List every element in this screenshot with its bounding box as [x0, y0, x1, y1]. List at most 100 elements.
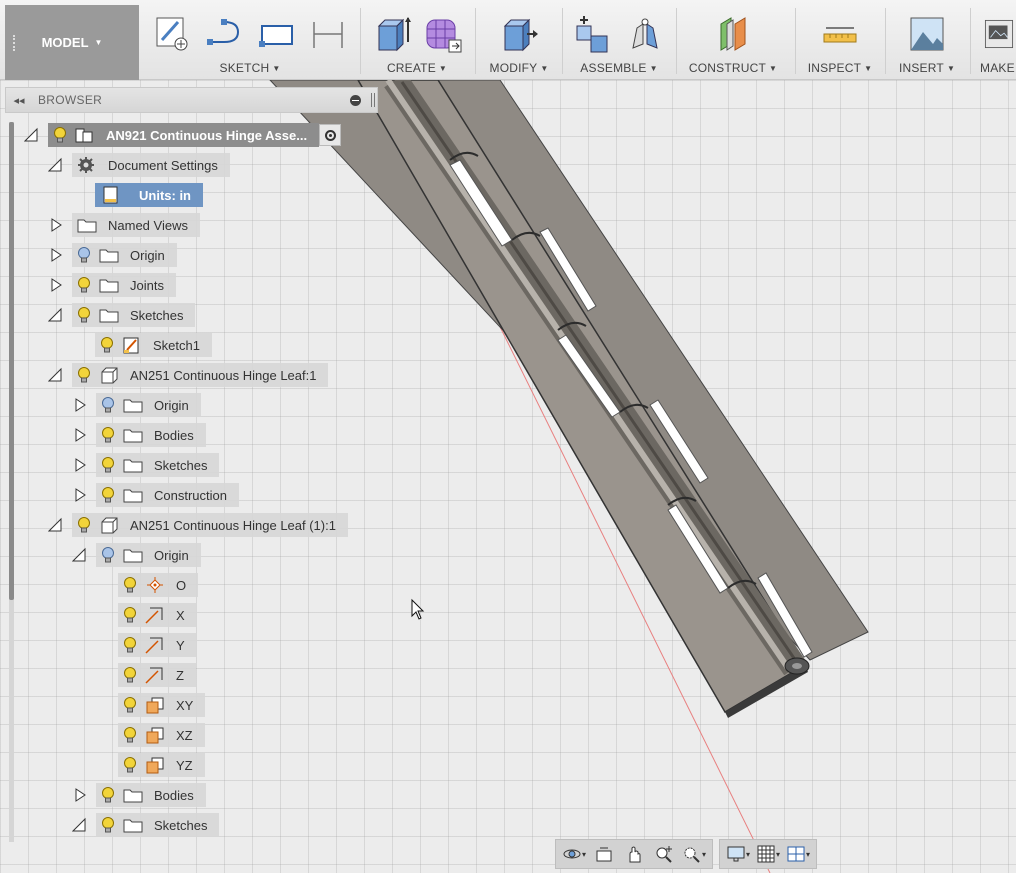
visibility-bulb-icon[interactable] — [52, 126, 68, 144]
visibility-bulb-icon[interactable] — [122, 726, 138, 744]
tree-row-sketches[interactable]: Sketches — [70, 813, 220, 837]
tree-row-sketches[interactable]: Sketches — [46, 303, 196, 327]
tree-row-component-leaf1[interactable]: AN251 Continuous Hinge Leaf:1 — [46, 363, 329, 387]
modify-menu-label[interactable]: MODIFY — [490, 61, 538, 75]
tree-row-origin[interactable]: Origin — [70, 543, 201, 567]
orbit-icon[interactable]: ▾ — [561, 843, 587, 865]
extrude-icon[interactable] — [371, 14, 411, 54]
insert-image-icon[interactable] — [907, 14, 947, 54]
collapse-panel-icon[interactable]: ◂◂ — [6, 94, 32, 107]
visibility-bulb-icon[interactable] — [100, 456, 116, 474]
expanded-triangle-icon[interactable] — [72, 817, 88, 833]
expanded-triangle-icon[interactable] — [48, 517, 64, 533]
collapsed-triangle-icon[interactable] — [72, 397, 88, 413]
make-3d-print-icon[interactable] — [982, 14, 1016, 54]
sketch-rectangle-icon[interactable] — [256, 14, 296, 54]
caret-down-icon[interactable]: ▼ — [439, 64, 447, 73]
collapsed-triangle-icon[interactable] — [72, 457, 88, 473]
tree-row-bodies[interactable]: Bodies — [70, 783, 206, 807]
collapsed-triangle-icon[interactable] — [72, 427, 88, 443]
pan-icon[interactable] — [621, 843, 647, 865]
insert-menu-label[interactable]: INSERT — [899, 61, 944, 75]
assemble-menu-label[interactable]: ASSEMBLE — [580, 61, 646, 75]
tree-row-joints[interactable]: Joints — [46, 273, 176, 297]
visibility-bulb-icon[interactable] — [122, 576, 138, 594]
measure-icon[interactable] — [820, 14, 860, 54]
visibility-bulb-icon[interactable] — [122, 696, 138, 714]
visibility-bulb-icon[interactable] — [100, 816, 116, 834]
collapsed-triangle-icon[interactable] — [48, 277, 64, 293]
joint-icon[interactable] — [625, 14, 665, 54]
caret-down-icon[interactable]: ▼ — [769, 64, 777, 73]
tree-row-origin[interactable]: Origin — [70, 393, 201, 417]
visibility-bulb-off-icon[interactable] — [100, 546, 116, 564]
visibility-bulb-icon[interactable] — [76, 366, 92, 384]
tree-row-sketches[interactable]: Sketches — [70, 453, 220, 477]
tree-row-component-leaf2[interactable]: AN251 Continuous Hinge Leaf (1):1 — [46, 513, 348, 537]
tree-row-root[interactable]: AN921 Continuous Hinge Asse... — [22, 123, 342, 147]
minimize-icon[interactable] — [350, 94, 361, 106]
viewports-icon[interactable]: ▾ — [785, 843, 811, 865]
visibility-bulb-icon[interactable] — [122, 756, 138, 774]
collapsed-triangle-icon[interactable] — [48, 247, 64, 263]
collapsed-triangle-icon[interactable] — [72, 787, 88, 803]
press-pull-icon[interactable] — [499, 14, 539, 54]
tree-row-origin-point[interactable]: O — [118, 573, 199, 597]
grid-settings-icon[interactable]: ▾ — [755, 843, 781, 865]
visibility-bulb-icon[interactable] — [122, 666, 138, 684]
tree-row-x-axis[interactable]: X — [118, 603, 197, 627]
caret-down-icon[interactable]: ▼ — [272, 64, 280, 73]
look-at-icon[interactable] — [591, 843, 617, 865]
visibility-bulb-icon[interactable] — [100, 426, 116, 444]
expanded-triangle-icon[interactable] — [48, 157, 64, 173]
tree-row-origin[interactable]: Origin — [46, 243, 177, 267]
tree-row-yz-plane[interactable]: YZ — [118, 753, 205, 777]
sketch-menu-label[interactable]: SKETCH — [220, 61, 270, 75]
new-component-icon[interactable] — [573, 14, 613, 54]
visibility-bulb-off-icon[interactable] — [100, 396, 116, 414]
collapsed-triangle-icon[interactable] — [72, 487, 88, 503]
tree-row-sketch1[interactable]: Sketch1 — [95, 333, 212, 357]
activate-radio-button[interactable] — [319, 124, 342, 146]
zoom-icon[interactable] — [651, 843, 677, 865]
visibility-bulb-icon[interactable] — [100, 786, 116, 804]
visibility-bulb-icon[interactable] — [76, 276, 92, 294]
tree-row-xy-plane[interactable]: XY — [118, 693, 206, 717]
expanded-triangle-icon[interactable] — [48, 307, 64, 323]
fit-icon[interactable]: ▾ — [681, 843, 707, 865]
tree-row-z-axis[interactable]: Z — [118, 663, 196, 687]
expanded-triangle-icon[interactable] — [48, 367, 64, 383]
create-menu-label[interactable]: CREATE — [387, 61, 436, 75]
tree-row-construction[interactable]: Construction — [70, 483, 239, 507]
caret-down-icon[interactable]: ▼ — [540, 64, 548, 73]
grip-handle[interactable] — [13, 35, 19, 51]
sketch-create-icon[interactable] — [152, 14, 192, 54]
caret-down-icon[interactable]: ▼ — [947, 64, 955, 73]
tree-row-y-axis[interactable]: Y — [118, 633, 197, 657]
construct-menu-label[interactable]: CONSTRUCT — [689, 61, 766, 75]
visibility-bulb-off-icon[interactable] — [76, 246, 92, 264]
workspace-switcher-button[interactable]: MODEL ▼ — [5, 5, 139, 80]
tree-row-bodies[interactable]: Bodies — [70, 423, 206, 447]
caret-down-icon[interactable]: ▼ — [650, 64, 658, 73]
make-menu-label[interactable]: MAKE — [980, 61, 1015, 75]
sketch-arc-icon[interactable] — [204, 14, 244, 54]
tree-row-xz-plane[interactable]: XZ — [118, 723, 205, 747]
display-settings-icon[interactable]: ▾ — [725, 843, 751, 865]
expanded-triangle-icon[interactable] — [72, 547, 88, 563]
visibility-bulb-icon[interactable] — [122, 606, 138, 624]
form-icon[interactable] — [423, 14, 463, 54]
visibility-bulb-icon[interactable] — [76, 306, 92, 324]
tree-row-named-views[interactable]: Named Views — [46, 213, 200, 237]
offset-plane-icon[interactable] — [713, 14, 753, 54]
tree-row-units[interactable]: Units: in — [95, 183, 203, 207]
caret-down-icon[interactable]: ▼ — [864, 64, 872, 73]
visibility-bulb-icon[interactable] — [100, 486, 116, 504]
collapsed-triangle-icon[interactable] — [48, 217, 64, 233]
sketch-dimension-icon[interactable] — [308, 14, 348, 54]
tree-row-document-settings[interactable]: Document Settings — [46, 153, 230, 177]
visibility-bulb-icon[interactable] — [99, 336, 115, 354]
inspect-menu-label[interactable]: INSPECT — [808, 61, 861, 75]
visibility-bulb-icon[interactable] — [76, 516, 92, 534]
pin-icon[interactable] — [371, 93, 375, 107]
